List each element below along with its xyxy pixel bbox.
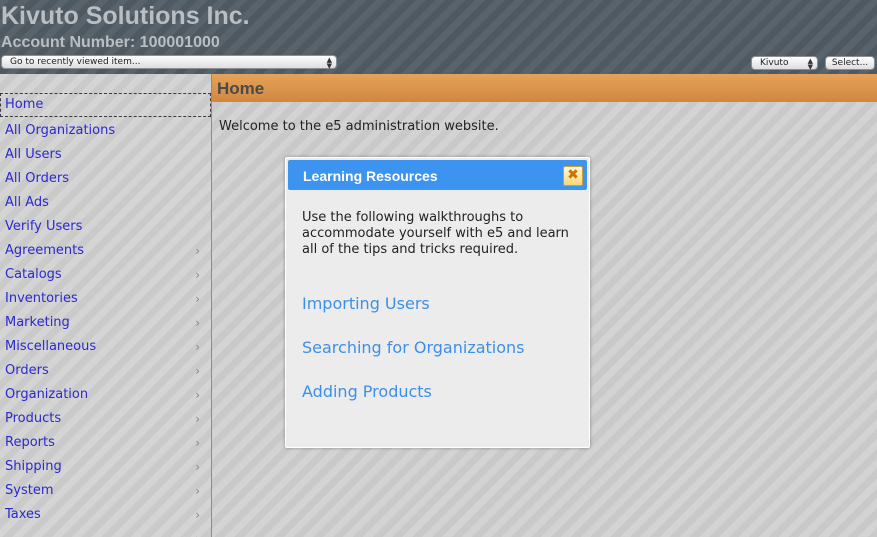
sidebar-item-label: Orders: [5, 363, 49, 378]
select-arrows-icon: ▲ ▼: [807, 57, 813, 71]
sidebar-item-partial[interactable]: ›: [0, 527, 211, 537]
chevron-right-icon: ›: [195, 340, 200, 354]
sidebar-item-marketing[interactable]: Marketing ›: [0, 311, 211, 335]
sidebar-item-products[interactable]: Products ›: [0, 407, 211, 431]
sidebar-item-taxes[interactable]: Taxes ›: [0, 503, 211, 527]
sidebar-item-home[interactable]: Home: [0, 93, 211, 117]
company-name: Kivuto Solutions Inc.: [1, 2, 250, 30]
chevron-right-icon: ›: [195, 268, 200, 282]
sidebar-item-label: Organization: [5, 387, 89, 402]
chevron-right-icon: ›: [195, 316, 200, 330]
learning-resources-dialog: Learning Resources ✖ Use the following w…: [285, 157, 590, 448]
sidebar-item-label: All Ads: [5, 195, 49, 210]
sidebar-item-label: System: [5, 483, 54, 498]
sidebar-item-all-users[interactable]: All Users: [0, 143, 211, 167]
sidebar-item-label: Reports: [5, 435, 55, 450]
sidebar-item-label: Verify Users: [5, 219, 83, 234]
chevron-right-icon: ›: [195, 508, 200, 522]
chevron-right-icon: ›: [195, 527, 200, 537]
sidebar-item-label: Agreements: [5, 243, 84, 258]
sidebar-item-miscellaneous[interactable]: Miscellaneous ›: [0, 335, 211, 359]
sidebar: Home All Organizations All Users All Ord…: [0, 74, 212, 537]
tenant-select[interactable]: Kivuto ▲ ▼: [751, 56, 818, 71]
sidebar-item-organization[interactable]: Organization ›: [0, 383, 211, 407]
sidebar-item-shipping[interactable]: Shipping ›: [0, 455, 211, 479]
link-adding-products[interactable]: Adding Products: [302, 382, 432, 401]
sidebar-item-label: Marketing: [5, 315, 70, 330]
sidebar-item-catalogs[interactable]: Catalogs ›: [0, 263, 211, 287]
recently-viewed-select-label: Go to recently viewed item...: [10, 57, 141, 67]
link-searching-for-organizations[interactable]: Searching for Organizations: [302, 338, 525, 357]
page-title: Home: [217, 79, 265, 98]
sidebar-item-all-organizations[interactable]: All Organizations: [0, 119, 211, 143]
chevron-right-icon: ›: [195, 244, 200, 258]
close-icon[interactable]: ✖: [563, 166, 583, 186]
header: Kivuto Solutions Inc. Account Number: 10…: [0, 0, 877, 74]
sidebar-item-label: Products: [5, 411, 62, 426]
chevron-right-icon: ›: [195, 460, 200, 474]
sidebar-item-system[interactable]: System ›: [0, 479, 211, 503]
chevron-right-icon: ›: [195, 388, 200, 402]
sidebar-item-label: Taxes: [5, 507, 41, 522]
chevron-right-icon: ›: [195, 364, 200, 378]
account-number: Account Number: 100001000: [1, 34, 220, 51]
sidebar-item-label: Miscellaneous: [5, 339, 97, 354]
tenant-select-label: Kivuto: [760, 58, 789, 68]
chevron-right-icon: ›: [195, 412, 200, 426]
dialog-header: Learning Resources ✖: [288, 160, 587, 190]
sidebar-item-label: Catalogs: [5, 267, 62, 282]
select-arrows-icon: ▲ ▼: [326, 56, 332, 70]
sidebar-item-all-orders[interactable]: All Orders: [0, 167, 211, 191]
link-importing-users[interactable]: Importing Users: [302, 294, 430, 313]
dialog-description: Use the following walkthroughs to accomm…: [302, 210, 569, 257]
sidebar-item-label: Shipping: [5, 459, 62, 474]
sidebar-item-reports[interactable]: Reports ›: [0, 431, 211, 455]
select-button[interactable]: Select...: [825, 56, 875, 70]
dialog-title: Learning Resources: [303, 168, 438, 184]
sidebar-item-orders[interactable]: Orders ›: [0, 359, 211, 383]
recently-viewed-select[interactable]: Go to recently viewed item... ▲ ▼: [1, 55, 337, 70]
sidebar-item-verify-users[interactable]: Verify Users: [0, 215, 211, 239]
sidebar-item-agreements[interactable]: Agreements ›: [0, 239, 211, 263]
sidebar-item-all-ads[interactable]: All Ads: [0, 191, 211, 215]
sidebar-item-label: Home: [5, 97, 44, 112]
welcome-text: Welcome to the e5 administration website…: [219, 119, 499, 134]
sidebar-item-label: All Organizations: [5, 123, 116, 138]
page-title-bar: Home: [212, 74, 877, 102]
sidebar-item-label: All Orders: [5, 171, 69, 186]
sidebar-item-inventories[interactable]: Inventories ›: [0, 287, 211, 311]
chevron-right-icon: ›: [195, 484, 200, 498]
sidebar-item-label: All Users: [5, 147, 62, 162]
sidebar-item-label: Inventories: [5, 291, 78, 306]
chevron-right-icon: ›: [195, 436, 200, 450]
chevron-right-icon: ›: [195, 292, 200, 306]
